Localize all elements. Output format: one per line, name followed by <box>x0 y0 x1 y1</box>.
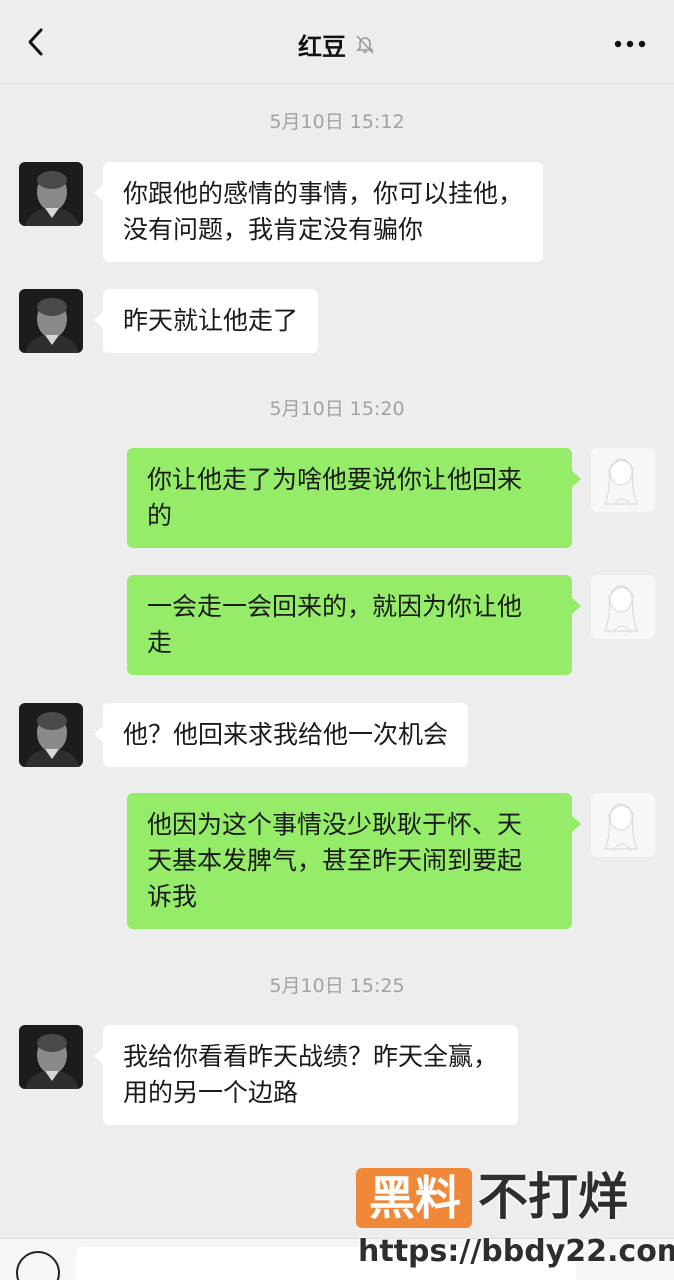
message-line: 诉我 <box>147 882 198 911</box>
message-line: 他因为这个事情没少耿耿于怀、天 <box>147 810 523 839</box>
chat-title: 红豆 <box>298 32 346 61</box>
portrait-icon <box>19 289 83 353</box>
message-line: 的 <box>147 501 173 530</box>
message-bubble-incoming[interactable]: 昨天就让他走了 <box>93 289 319 353</box>
portrait-icon <box>19 1025 83 1089</box>
more-dots-icon <box>614 40 646 48</box>
my-avatar[interactable] <box>591 793 655 857</box>
contact-avatar[interactable] <box>19 289 83 353</box>
watermark-brand-b: 不打烊 <box>478 1168 628 1226</box>
more-button[interactable] <box>612 30 648 58</box>
anime-girl-icon <box>591 793 655 857</box>
watermark: 黑料 不打烊 https://bbdy22.com <box>352 1166 674 1276</box>
contact-avatar[interactable] <box>19 162 83 226</box>
title-group: 红豆 <box>0 26 674 62</box>
message-line: 没有问题，我肯定没有骗你 <box>123 215 424 244</box>
message-line: 天基本发脾气，甚至昨天闹到要起 <box>147 846 523 875</box>
message-timestamp: 5月10日 15:20 <box>269 398 405 420</box>
message-line: 我给你看看昨天战绩？昨天全赢， <box>123 1042 499 1071</box>
message-bubble-outgoing[interactable]: 一会走一会回来的，就因为你让他 走 <box>127 575 581 675</box>
message-line: 昨天就让他走了 <box>123 306 299 335</box>
portrait-icon <box>19 162 83 226</box>
bell-off-icon <box>354 33 376 55</box>
chat-header: 红豆 <box>0 0 674 84</box>
message-bubble-incoming[interactable]: 我给你看看昨天战绩？昨天全赢， 用的另一个边路 <box>93 1025 519 1125</box>
message-line: 你让他走了为啥他要说你让他回来 <box>147 465 523 494</box>
contact-avatar[interactable] <box>19 703 83 767</box>
message-bubble-incoming[interactable]: 他？他回来求我给他一次机会 <box>93 703 469 767</box>
watermark-url: https://bbdy22.com <box>358 1234 674 1269</box>
message-line: 他？他回来求我给他一次机会 <box>123 720 449 749</box>
watermark-brand-a: 黑料 <box>369 1171 461 1225</box>
message-bubble-outgoing[interactable]: 他因为这个事情没少耿耿于怀、天 天基本发脾气，甚至昨天闹到要起 诉我 <box>127 793 581 929</box>
my-avatar[interactable] <box>591 575 655 639</box>
message-bubble-incoming[interactable]: 你跟他的感情的事情，你可以挂他， 没有问题，我肯定没有骗你 <box>93 162 544 262</box>
message-line: 走 <box>147 628 173 657</box>
voice-input-button[interactable] <box>16 1251 60 1280</box>
message-line: 一会走一会回来的，就因为你让他 <box>147 592 523 621</box>
anime-girl-icon <box>591 448 655 512</box>
message-line: 用的另一个边路 <box>123 1078 299 1107</box>
message-timestamp: 5月10日 15:12 <box>269 111 405 133</box>
message-bubble-outgoing[interactable]: 你让他走了为啥他要说你让他回来 的 <box>127 448 581 548</box>
portrait-icon <box>19 703 83 767</box>
message-timestamp: 5月10日 15:25 <box>269 975 405 997</box>
contact-avatar[interactable] <box>19 1025 83 1089</box>
my-avatar[interactable] <box>591 448 655 512</box>
message-line: 你跟他的感情的事情，你可以挂他， <box>123 179 524 208</box>
anime-girl-icon <box>591 575 655 639</box>
